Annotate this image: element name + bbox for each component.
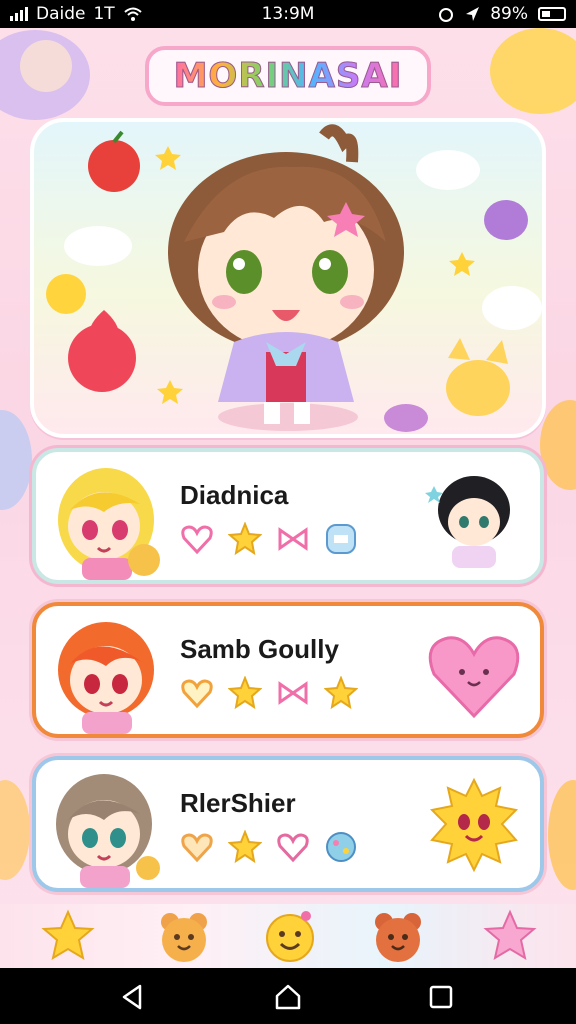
hero-illustration bbox=[30, 118, 546, 438]
decor-balloon bbox=[540, 400, 576, 490]
character-name: Samb Goully bbox=[180, 634, 339, 664]
heart-icon bbox=[180, 522, 214, 556]
bear-icon bbox=[375, 913, 421, 962]
candy-icon bbox=[324, 522, 358, 556]
battery-icon bbox=[538, 7, 566, 21]
character-card[interactable]: RlerShier bbox=[32, 756, 544, 892]
location-icon bbox=[466, 7, 480, 21]
nav-smiley-button[interactable] bbox=[262, 908, 318, 964]
heart-sticker-icon bbox=[428, 636, 520, 719]
badge-row bbox=[180, 675, 359, 710]
character-avatar bbox=[58, 468, 160, 580]
bear-icon bbox=[161, 913, 207, 962]
home-button[interactable] bbox=[273, 982, 303, 1012]
star-icon bbox=[41, 909, 95, 961]
bow-icon bbox=[276, 522, 310, 556]
heart-icon bbox=[180, 676, 214, 710]
nav-star-button[interactable] bbox=[482, 908, 538, 964]
bottom-nav bbox=[0, 904, 576, 968]
bow-icon bbox=[276, 676, 310, 710]
character-avatar bbox=[56, 774, 160, 888]
nav-bear-button[interactable] bbox=[370, 908, 426, 964]
character-name: Diadnica bbox=[180, 480, 289, 510]
decor-balloon bbox=[0, 410, 32, 510]
app-title-banner: MORINASAI bbox=[145, 46, 431, 106]
star-icon bbox=[227, 675, 263, 710]
battery-percent: 89% bbox=[490, 4, 528, 24]
decor-balloon bbox=[0, 780, 30, 880]
decor-balloon bbox=[548, 780, 576, 890]
decor-balloon bbox=[20, 40, 72, 92]
smiley-icon bbox=[266, 911, 314, 962]
star-icon bbox=[323, 675, 359, 710]
recents-icon bbox=[429, 985, 453, 1009]
system-nav-bar bbox=[0, 968, 576, 1024]
clock: 13:9M bbox=[261, 4, 315, 24]
decor-balloon bbox=[490, 28, 576, 114]
status-bar: Daide 1T 13:9M 89% bbox=[0, 0, 576, 28]
character-name: RlerShier bbox=[180, 788, 296, 818]
heart-icon bbox=[276, 830, 310, 864]
nav-bear-button[interactable] bbox=[156, 908, 212, 964]
alarm-icon bbox=[439, 8, 454, 22]
star-icon bbox=[483, 909, 537, 961]
character-card[interactable]: Samb Goully bbox=[32, 602, 544, 738]
character-avatar bbox=[58, 622, 154, 734]
app-title: MORINASAI bbox=[173, 56, 403, 97]
sun-sticker-icon bbox=[429, 777, 519, 873]
character-card[interactable]: Diadnica bbox=[32, 448, 544, 584]
character-sticker bbox=[425, 476, 510, 568]
badge-row bbox=[180, 521, 358, 556]
candy-icon bbox=[324, 830, 358, 864]
recents-button[interactable] bbox=[426, 982, 456, 1012]
star-icon bbox=[227, 521, 263, 556]
hero-character-art bbox=[46, 124, 542, 432]
badge-row bbox=[180, 829, 358, 864]
heart-icon bbox=[180, 830, 214, 864]
home-icon bbox=[275, 984, 301, 1010]
nav-star-button[interactable] bbox=[40, 908, 96, 964]
back-button[interactable] bbox=[118, 982, 148, 1012]
back-icon bbox=[122, 984, 142, 1010]
star-icon bbox=[227, 829, 263, 864]
